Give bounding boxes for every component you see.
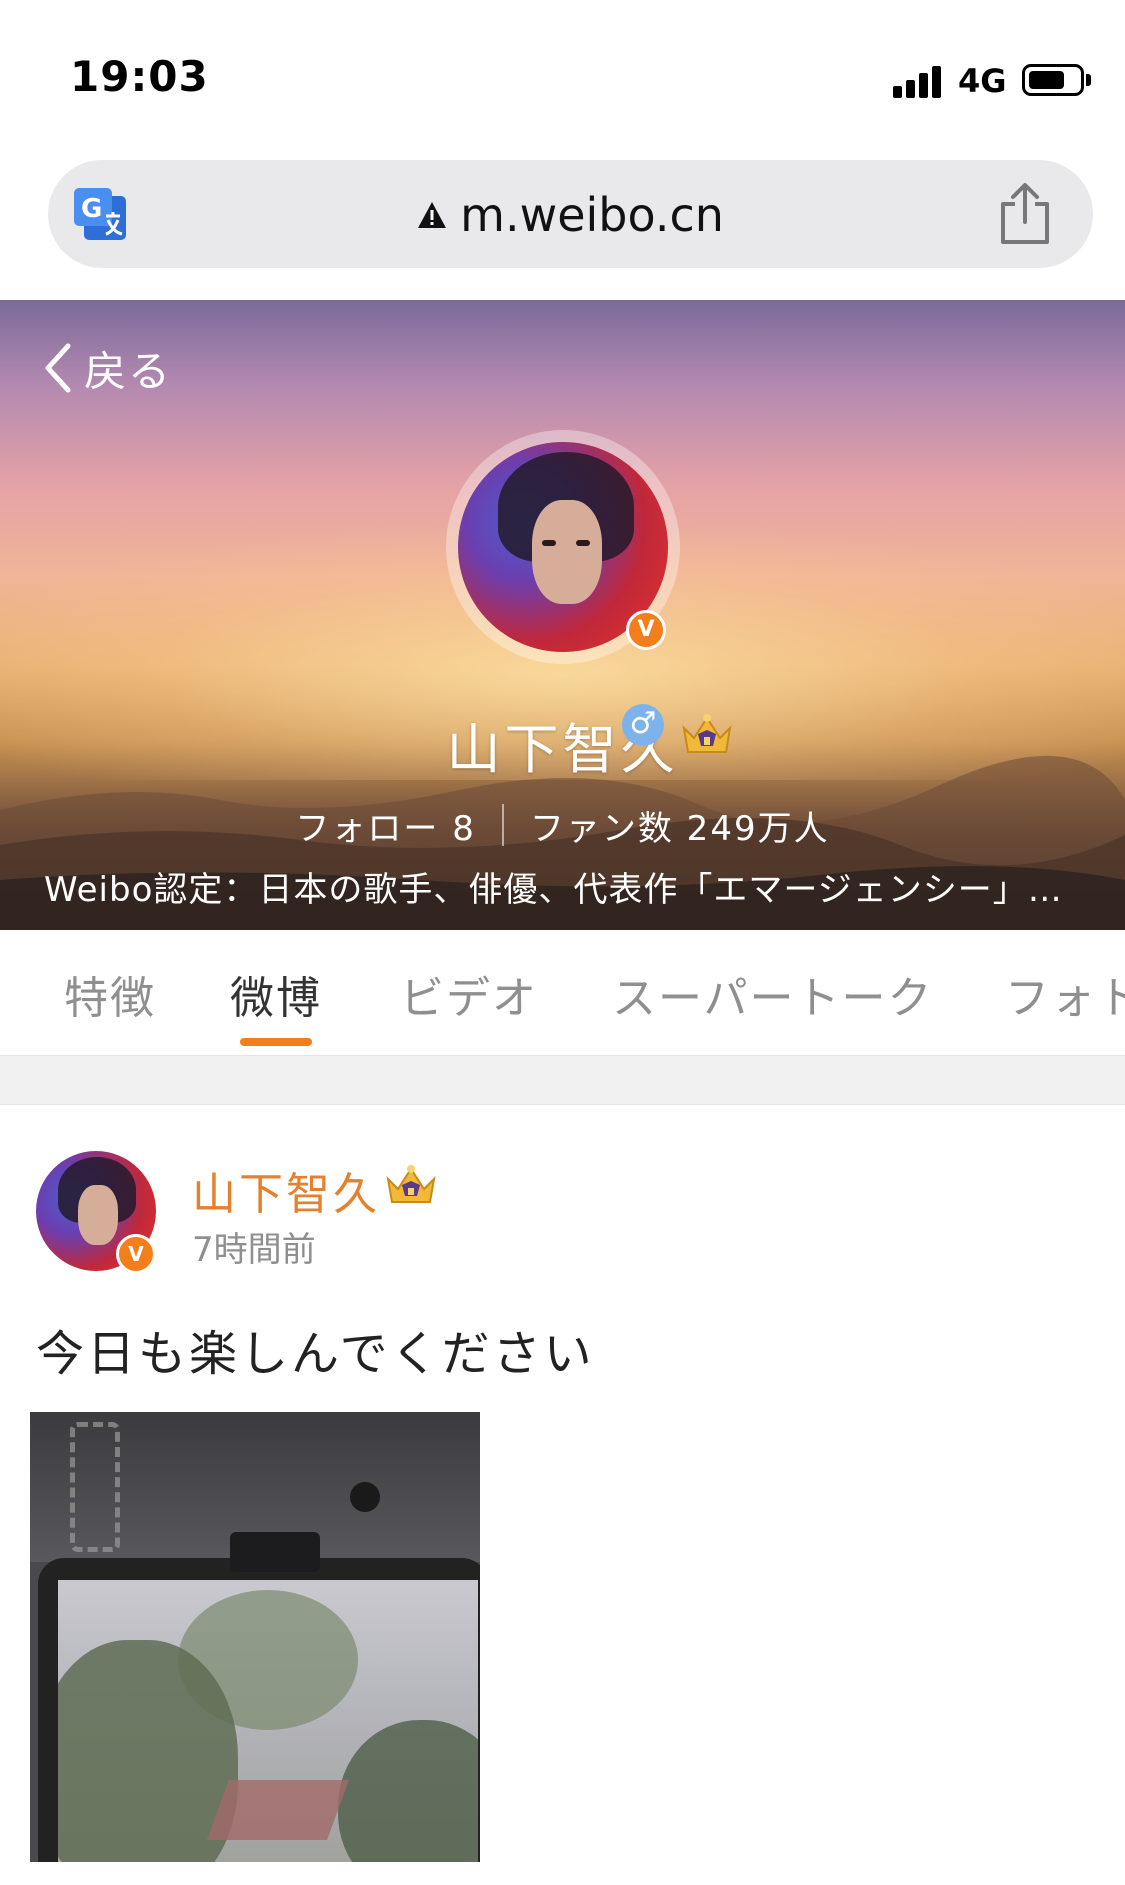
signal-icon — [893, 64, 945, 98]
post-timestamp: 7時間前 — [192, 1230, 316, 1270]
active-tab-indicator — [240, 1038, 312, 1046]
section-divider — [0, 1055, 1125, 1105]
post-verified-badge: V — [116, 1234, 156, 1274]
stats-row: フォロー 8 ファン数 249万人 — [0, 800, 1125, 850]
tab-video[interactable]: ビデオ — [400, 962, 538, 1026]
tab-bar: 特徴 微博 ビデオ スーパートーク フォト — [0, 930, 1125, 1055]
verified-badge: V — [626, 610, 666, 650]
battery-icon — [1022, 64, 1084, 96]
tab-supertalk[interactable]: スーパートーク — [612, 962, 934, 1026]
back-button[interactable]: 戻る — [40, 338, 172, 398]
post-author-name[interactable]: 山下智久 — [192, 1158, 380, 1222]
battery-cap — [1086, 74, 1091, 86]
battery-fill — [1029, 71, 1064, 89]
tab-photo[interactable]: フォト — [1005, 962, 1125, 1026]
status-time: 19:03 — [70, 52, 209, 101]
address-bar[interactable]: G m.weibo.cn — [48, 160, 1093, 268]
post-text[interactable]: 今日も楽しんでください — [36, 1314, 595, 1384]
post-card: V 山下智久 7時間前 今日も楽しんでください — [0, 1106, 1125, 1885]
tab-features[interactable]: 特徴 — [64, 962, 156, 1026]
warning-triangle-icon — [418, 202, 447, 228]
crown-icon[interactable] — [382, 1162, 440, 1208]
verification-text: Weibo認定：日本の歌手、俳優、代表作「エマージェンシー」… — [44, 870, 1063, 910]
url-text[interactable]: m.weibo.cn — [460, 188, 724, 242]
network-type: 4G — [958, 62, 1007, 100]
male-icon: ♂ — [622, 704, 664, 746]
follow-count[interactable]: フォロー 8 — [295, 801, 475, 850]
fans-count[interactable]: ファン数 249万人 — [530, 801, 830, 850]
name-row: 山下智久 — [0, 705, 1125, 784]
share-icon[interactable] — [997, 182, 1053, 246]
chevron-left-icon — [45, 343, 71, 393]
crown-icon[interactable] — [678, 710, 736, 758]
status-bar: 19:03 4G — [0, 0, 1125, 150]
tab-weibo[interactable]: 微博 — [230, 962, 322, 1026]
stats-divider — [501, 804, 504, 846]
post-image[interactable] — [30, 1412, 480, 1862]
back-label: 戻る — [84, 346, 173, 396]
profile-header: 戻る V 山下智久 ♂ フォロー 8 ファン数 249万人 Weibo認定：日本… — [0, 300, 1125, 930]
